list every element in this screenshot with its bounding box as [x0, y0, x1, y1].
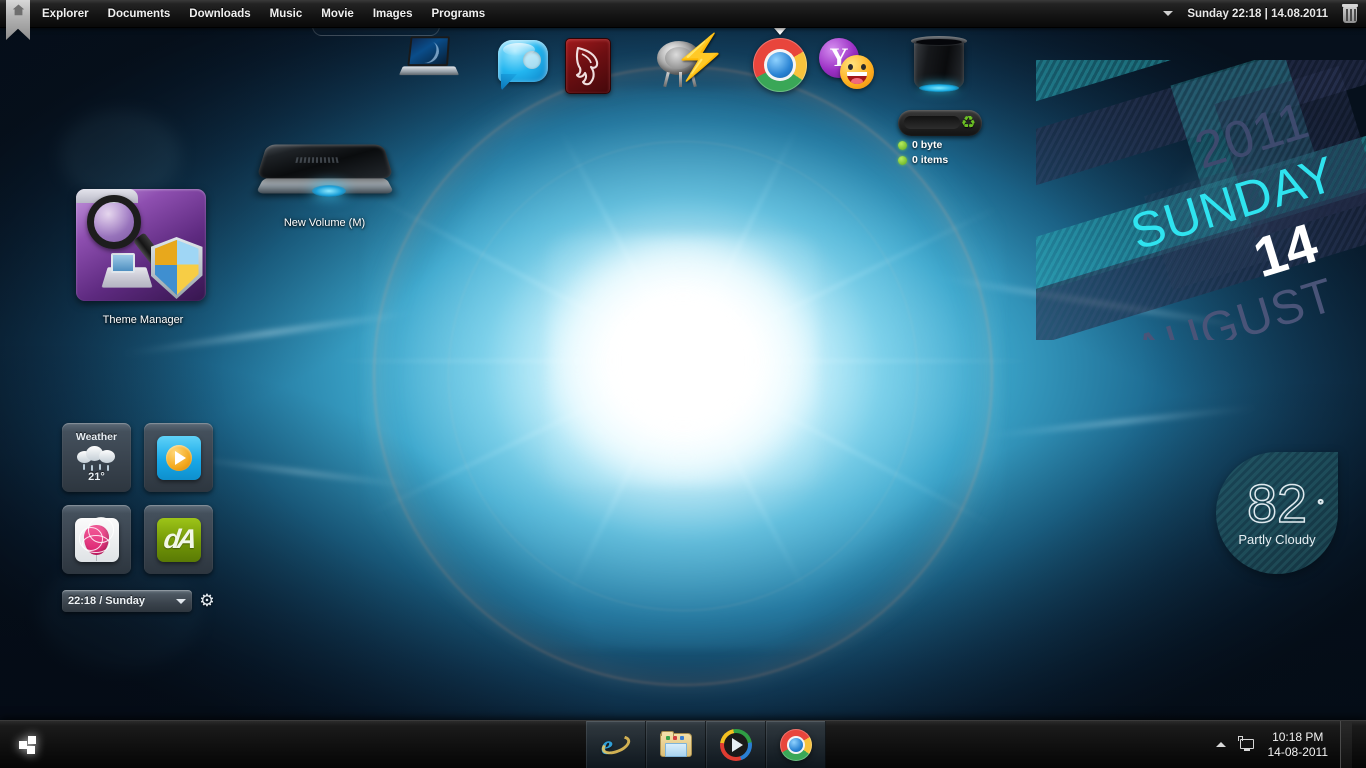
selection-caret-icon	[774, 28, 786, 35]
folder-icon	[660, 731, 692, 758]
yahoo-messenger-icon: Y	[819, 38, 877, 94]
degree-icon: °	[1317, 495, 1325, 515]
desktop-icon-my-computer[interactable]	[398, 36, 460, 82]
system-tray: 10:18 PM 14-08-2011	[1215, 720, 1366, 768]
dribbble-balloon-icon	[74, 516, 119, 562]
dragon-icon	[565, 38, 611, 94]
menubar-items: Explorer Documents Downloads Music Movie…	[40, 6, 487, 22]
widget-tile-media-player[interactable]	[144, 423, 213, 492]
clock-dropdown-box[interactable]: 22:18 / Sunday	[62, 590, 192, 612]
clock-dropdown[interactable]: 22:18 / Sunday ⚙	[62, 590, 217, 612]
menubar-right: Sunday 22:18 | 14.08.2011	[1163, 3, 1366, 24]
desktop-icon-yahoo-messenger[interactable]: Y	[818, 38, 878, 94]
theme-manager-icon	[71, 185, 216, 310]
date-widget: 2011 SUNDAY 14 AUGUST 10:18	[1036, 60, 1366, 340]
taskbar-item-chrome[interactable]	[766, 720, 826, 768]
show-desktop-button[interactable]	[1340, 720, 1352, 768]
taskbar-item-file-explorer[interactable]	[646, 720, 706, 768]
chevron-down-icon[interactable]	[1163, 11, 1174, 16]
widget-tile-weather[interactable]: Weather 21°	[62, 423, 131, 492]
weather-condition: Partly Cloudy	[1238, 531, 1316, 547]
menu-item-movie[interactable]: Movie	[319, 6, 356, 22]
desktop-icon-label: New Volume (M)	[283, 217, 366, 229]
desktop-icon-theme-manager[interactable]: Theme Manager	[68, 185, 218, 326]
recycle-icon: ♻	[960, 113, 976, 132]
tray-date: 14-08-2011	[1267, 744, 1329, 759]
desktop-icon-winamp[interactable]: ⚡	[652, 36, 728, 90]
menu-item-documents[interactable]: Documents	[106, 6, 173, 22]
chat-bubble-icon	[496, 38, 550, 92]
desktop-icon-label: Theme Manager	[102, 314, 184, 326]
hard-drive-icon	[250, 128, 400, 213]
widget-grid: Weather 21° dA	[62, 423, 213, 587]
menubar-clock[interactable]: Sunday 22:18 | 14.08.2011	[1187, 8, 1328, 20]
gear-icon[interactable]: ⚙	[197, 591, 217, 611]
widget-tile-deviantart[interactable]: dA	[144, 505, 213, 574]
taskbar-item-media-player[interactable]	[706, 720, 766, 768]
trash-can-icon	[908, 34, 970, 96]
weather-temperature-value: 82 °	[1246, 476, 1324, 532]
trash-icon[interactable]	[1342, 3, 1358, 24]
recycle-items-row: 0 items	[898, 154, 982, 166]
chevron-down-icon[interactable]	[176, 598, 186, 604]
menu-item-images[interactable]: Images	[371, 6, 415, 22]
widget-row-1: Weather 21°	[62, 423, 213, 492]
winamp-icon: ⚡	[653, 36, 728, 90]
taskbar: e 10:18 PM 14-08-2011	[0, 720, 1366, 768]
desktop-icon-chrome[interactable]	[752, 28, 808, 92]
media-player-icon	[720, 728, 752, 761]
taskbar-items: e	[586, 720, 826, 768]
weather-circle-widget[interactable]: 82 ° Partly Cloudy	[1216, 452, 1338, 574]
desktop-icon-chat-app[interactable]	[495, 38, 551, 92]
chrome-icon	[753, 38, 807, 92]
status-dot-icon	[898, 140, 907, 150]
recycle-bin-widget[interactable]: ♻ 0 byte 0 items	[898, 110, 982, 166]
menu-item-downloads[interactable]: Downloads	[187, 6, 252, 22]
status-dot-icon	[898, 155, 907, 165]
internet-explorer-icon: e	[599, 730, 633, 760]
desktop-icon-dragon-app[interactable]	[564, 38, 612, 94]
start-squares-icon	[19, 735, 37, 754]
tray-clock[interactable]: 10:18 PM 14-08-2011	[1268, 730, 1329, 760]
weather-temp-number: 82	[1246, 473, 1308, 534]
recycle-slot	[904, 116, 960, 129]
chrome-icon	[780, 728, 812, 761]
rain-cloud-icon	[76, 445, 117, 471]
widget-row-2: dA	[62, 505, 213, 574]
menu-item-music[interactable]: Music	[268, 6, 305, 22]
network-icon[interactable]	[1237, 736, 1256, 753]
recycle-size-label: 0 byte	[912, 139, 943, 151]
deviantart-icon: dA	[156, 517, 201, 562]
home-glyph-svg	[12, 4, 24, 16]
weather-tile-temp: 21°	[88, 471, 105, 483]
play-button-icon	[156, 435, 201, 480]
widget-tile-dribbble[interactable]	[62, 505, 131, 574]
top-menubar: Explorer Documents Downloads Music Movie…	[0, 0, 1366, 40]
clock-dropdown-value: 22:18 / Sunday	[68, 595, 146, 607]
taskbar-item-internet-explorer[interactable]: e	[586, 720, 646, 768]
dragon-glyph-svg	[575, 46, 599, 86]
desktop-icon-new-volume[interactable]: New Volume (M)	[247, 128, 402, 229]
chevron-up-icon[interactable]	[1215, 742, 1226, 747]
laptop-icon	[398, 36, 460, 82]
weather-tile-title: Weather	[75, 431, 118, 443]
start-button[interactable]	[0, 721, 56, 768]
menu-item-explorer[interactable]: Explorer	[40, 6, 91, 22]
menu-item-programs[interactable]: Programs	[429, 6, 487, 22]
recycle-size-row: 0 byte	[898, 139, 982, 151]
desktop-icon-trash[interactable]	[906, 34, 972, 96]
tray-time: 10:18 PM	[1272, 729, 1324, 744]
recycle-bar[interactable]: ♻	[898, 110, 982, 136]
recycle-items-label: 0 items	[912, 154, 949, 166]
